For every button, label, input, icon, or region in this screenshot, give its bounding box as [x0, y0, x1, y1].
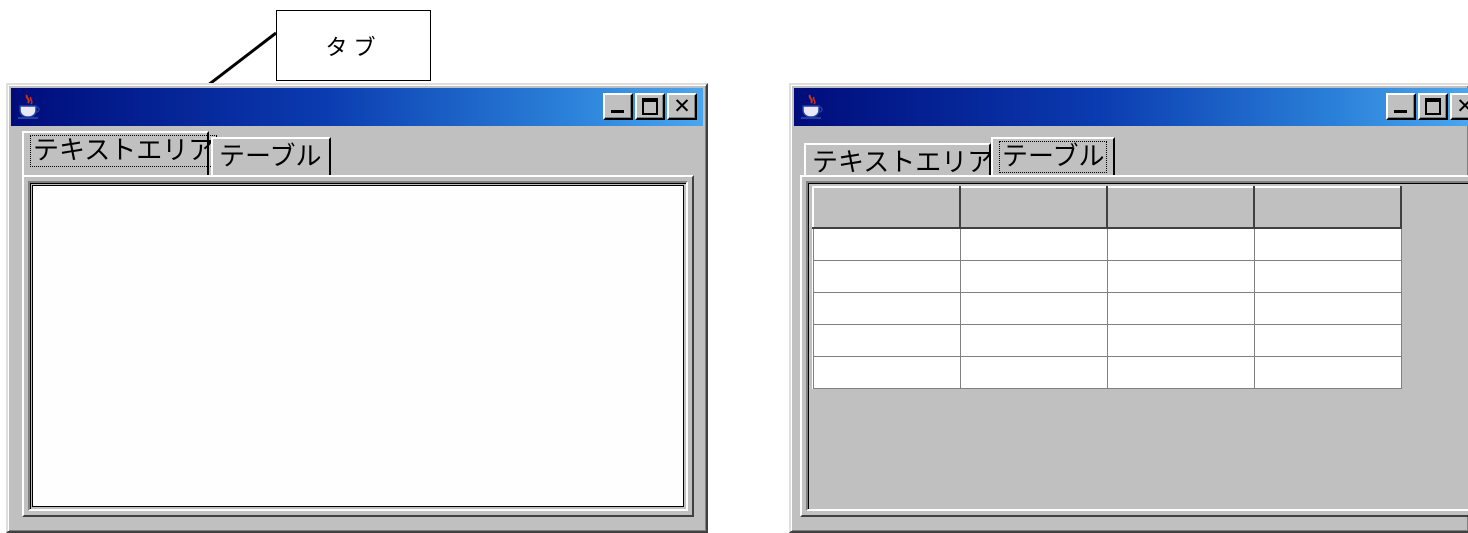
textarea-frame — [28, 181, 688, 511]
data-table[interactable] — [812, 186, 1402, 389]
tab-content-panel — [22, 175, 694, 517]
tab-textarea[interactable]: テキストエリア — [22, 131, 218, 175]
table-cell[interactable] — [959, 324, 1108, 357]
table-row[interactable] — [812, 260, 1402, 293]
table-row[interactable] — [812, 292, 1402, 325]
table-cell[interactable] — [812, 292, 961, 325]
maximize-button[interactable] — [635, 93, 665, 120]
tab-label-textarea: テキストエリア — [30, 135, 218, 167]
table-cell[interactable] — [959, 356, 1108, 389]
table-scroll-frame — [806, 181, 1468, 511]
close-icon: ✕ — [1456, 94, 1468, 118]
close-button[interactable]: ✕ — [1450, 93, 1468, 120]
table-cell[interactable] — [959, 260, 1108, 293]
tab-content-panel — [800, 175, 1468, 517]
table-cell[interactable] — [959, 292, 1108, 325]
maximize-button[interactable] — [1418, 93, 1448, 120]
table-cell[interactable] — [1253, 260, 1402, 293]
table-cell[interactable] — [1253, 324, 1402, 357]
table-cell[interactable] — [812, 260, 961, 293]
table-cell[interactable] — [812, 227, 961, 261]
table-cell[interactable] — [1253, 356, 1402, 389]
table-cell[interactable] — [959, 227, 1108, 261]
window-table-tab: ✕ テキストエリア テーブル — [789, 83, 1468, 533]
callout-label: タブ — [325, 35, 382, 61]
text-area[interactable] — [32, 185, 684, 507]
table-row[interactable] — [812, 324, 1402, 357]
close-button[interactable]: ✕ — [667, 93, 697, 120]
column-header[interactable] — [1106, 186, 1255, 229]
table-row[interactable] — [812, 356, 1402, 389]
tab-label-table: テーブル — [219, 142, 322, 172]
java-coffee-icon — [18, 94, 40, 119]
title-bar[interactable]: ✕ — [794, 88, 1468, 126]
table-cell[interactable] — [1106, 260, 1255, 293]
table-cell[interactable] — [812, 356, 961, 389]
minimize-button[interactable] — [1386, 93, 1416, 120]
table-cell[interactable] — [1106, 227, 1255, 261]
tab-label-textarea: テキストエリア — [812, 148, 994, 178]
table-cell[interactable] — [1106, 324, 1255, 357]
minimize-button[interactable] — [603, 93, 633, 120]
table-cell[interactable] — [1106, 356, 1255, 389]
java-coffee-icon — [801, 94, 823, 119]
table-row[interactable] — [812, 227, 1402, 261]
tab-label-table: テーブル — [999, 141, 1108, 173]
column-header[interactable] — [959, 186, 1108, 229]
callout-box: タブ — [276, 10, 431, 81]
title-bar[interactable]: ✕ — [11, 88, 703, 126]
table-cell[interactable] — [812, 324, 961, 357]
close-icon: ✕ — [673, 94, 691, 118]
column-header[interactable] — [1253, 186, 1402, 229]
table-cell[interactable] — [1253, 227, 1402, 261]
column-header[interactable] — [812, 186, 961, 229]
window-textarea-tab: ✕ テキストエリア テーブル — [6, 83, 708, 533]
tab-table[interactable]: テーブル — [211, 137, 331, 175]
table-cell[interactable] — [1106, 292, 1255, 325]
table-cell[interactable] — [1253, 292, 1402, 325]
